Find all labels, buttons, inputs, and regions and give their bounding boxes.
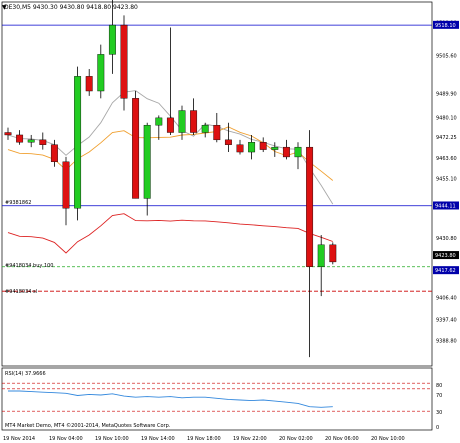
- time-axis-label: 19 Nov 10:00: [95, 436, 129, 442]
- candle: [132, 91, 140, 199]
- time-axis-label: 20 Nov 02:00: [279, 436, 313, 442]
- candle-body: [132, 98, 140, 199]
- price-axis-label: 9480.10: [436, 116, 457, 122]
- candle-body: [4, 132, 12, 136]
- price-axis-label: 9430.80: [436, 236, 457, 242]
- indicator-pane-frame: [1, 367, 433, 431]
- candle: [190, 98, 198, 135]
- candle-body: [201, 124, 209, 133]
- candle-body: [120, 24, 128, 99]
- candle: [97, 44, 105, 99]
- time-axis-label: 19 Nov 04:00: [49, 436, 83, 442]
- candle: [62, 156, 70, 226]
- rsi-scale-80: 80: [436, 383, 442, 389]
- indicator-title: RSI(14) 37.9666: [5, 371, 46, 377]
- chart-title: DE30,M5 9430.30 9430.80 9418.80 9423.80: [4, 4, 138, 11]
- candle-body: [155, 117, 163, 126]
- price-tag-label: 9417.62: [435, 268, 456, 274]
- rsi-scale-0: 0: [436, 425, 439, 431]
- candle: [39, 132, 47, 150]
- candle-body: [306, 146, 314, 267]
- candle: [213, 112, 221, 143]
- copyright-text: MT4 Market Demo, MT4 ©2001-2014, MetaQuo…: [5, 422, 171, 429]
- candles[interactable]: [4, 0, 337, 358]
- candle: [74, 66, 82, 221]
- time-axis-label: 19 Nov 14:00: [141, 436, 175, 442]
- candle-body: [74, 76, 82, 209]
- candle-body: [62, 161, 70, 209]
- candle-body: [259, 142, 267, 150]
- candle: [143, 122, 151, 216]
- time-axis: 19 Nov 2014 19 Nov 04:00 19 Nov 10:00 19 No…: [3, 436, 405, 442]
- candle-body: [143, 124, 151, 199]
- time-axis-label: 20 Nov 06:00: [325, 436, 359, 442]
- candle-body: [85, 76, 93, 92]
- price-chart[interactable]: DE30,M5 9430.30 9430.80 9418.80 9423.80 …: [0, 0, 460, 443]
- candle-body: [224, 139, 232, 145]
- candle: [201, 122, 209, 138]
- candle-body: [190, 110, 198, 133]
- candle: [4, 127, 12, 140]
- candle-body: [248, 142, 256, 153]
- mid-level-label: #9381862: [5, 200, 31, 206]
- candle-body: [271, 146, 279, 150]
- candle-body: [50, 144, 58, 163]
- candle: [329, 242, 337, 265]
- entry-level-label: #9418034 buy 100: [5, 263, 53, 269]
- candle-body: [236, 144, 244, 153]
- price-tag-label: 9444.11: [435, 203, 456, 209]
- price-tag-label: 9518.10: [435, 23, 456, 29]
- candle: [155, 115, 163, 140]
- candle: [271, 142, 279, 157]
- price-axis-label: 9455.10: [436, 177, 457, 183]
- candle: [108, 0, 116, 74]
- rsi-scale-30: 30: [436, 410, 442, 416]
- candle-body: [97, 54, 105, 92]
- candle: [120, 15, 128, 111]
- candle-body: [317, 244, 325, 267]
- candle-body: [39, 139, 47, 145]
- rsi-indicator: [2, 382, 432, 412]
- candle: [317, 235, 325, 297]
- candle: [85, 69, 93, 96]
- candle-body: [27, 139, 35, 143]
- candle: [294, 142, 302, 170]
- rsi-line: [8, 390, 333, 408]
- candle-body: [282, 146, 290, 158]
- candle-body: [108, 24, 116, 55]
- rsi-scale-70: 70: [436, 393, 442, 399]
- candle: [259, 137, 267, 153]
- price-axis: 9570.309519.109505.609489.909480.109472.…: [433, 20, 459, 345]
- candle: [282, 139, 290, 160]
- symbol-arrow-icon: ▼: [2, 4, 7, 11]
- ma-slow-line: [7, 213, 333, 254]
- time-axis-label: 19 Nov 22:00: [233, 436, 267, 442]
- price-axis-label: 9472.25: [436, 135, 457, 141]
- time-axis-label: 19 Nov 2014: [3, 436, 35, 442]
- price-axis-label: 9489.90: [436, 92, 457, 98]
- time-axis-label: 19 Nov 18:00: [187, 436, 221, 442]
- candle-body: [178, 110, 186, 133]
- price-levels: [2, 24, 432, 292]
- time-axis-label: 20 Nov 10:00: [371, 436, 405, 442]
- candle-body: [213, 124, 221, 141]
- candle: [224, 122, 232, 153]
- candle: [166, 27, 174, 135]
- price-axis-label: 9397.40: [436, 318, 457, 324]
- price-tag-label: 9423.80: [435, 253, 456, 259]
- candle-body: [329, 244, 337, 263]
- candle: [27, 134, 35, 148]
- candle-body: [294, 146, 302, 158]
- price-axis-label: 9388.80: [436, 339, 457, 345]
- price-axis-label: 9406.40: [436, 296, 457, 302]
- candle: [306, 130, 314, 358]
- candle: [236, 139, 244, 155]
- price-axis-label: 9463.60: [436, 156, 457, 162]
- candle-body: [16, 134, 24, 143]
- sl-level-label: #9418034 sl: [5, 289, 37, 295]
- candle-body: [166, 117, 174, 133]
- chart-window[interactable]: DE30,M5 9430.30 9430.80 9418.80 9423.80 …: [0, 0, 460, 443]
- candle: [16, 130, 24, 145]
- price-axis-label: 9505.60: [436, 53, 457, 59]
